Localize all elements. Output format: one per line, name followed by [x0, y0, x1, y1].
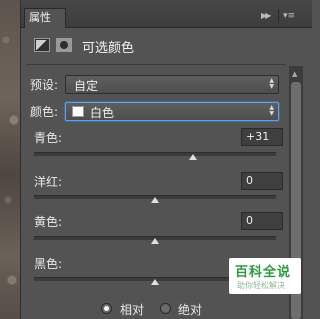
- canvas-image-edge: [0, 0, 20, 319]
- yellow-slider-thumb[interactable]: [151, 238, 159, 244]
- cyan-input[interactable]: +31: [241, 128, 283, 146]
- color-swatch: [72, 106, 84, 117]
- layer-mask-icon[interactable]: [56, 38, 72, 52]
- properties-panel: 属性 ▶▶ ▾≡ 可选颜色 预设: 自定 ▲ ▼ 颜色: 白色 ▲ ▼ 青色: +3…: [20, 0, 312, 319]
- cyan-slider-thumb[interactable]: [188, 154, 197, 160]
- panel-menu-icon[interactable]: ▾≡: [283, 11, 295, 21]
- cyan-track[interactable]: [34, 152, 276, 156]
- absolute-radio[interactable]: [160, 303, 171, 314]
- updown-arrows-icon: ▲ ▼: [269, 77, 274, 90]
- yellow-input[interactable]: 0: [241, 212, 283, 230]
- colors-value: 白色: [90, 106, 115, 120]
- preset-value: 自定: [74, 79, 99, 93]
- selective-color-icon[interactable]: [34, 38, 50, 52]
- scroll-up-icon[interactable]: ▲: [292, 70, 297, 78]
- panel-titlebar: 属性 ▶▶ ▾≡: [21, 0, 312, 28]
- magenta-slider-thumb[interactable]: [151, 197, 159, 203]
- watermark-title: 百科全说: [235, 265, 292, 280]
- updown-arrows-icon: ▲ ▼: [269, 104, 274, 117]
- absolute-label[interactable]: 绝对: [178, 301, 202, 318]
- preset-select[interactable]: 自定 ▲ ▼: [65, 75, 279, 94]
- relative-radio[interactable]: [101, 303, 112, 314]
- watermark-subtitle: 助你轻松解决: [237, 281, 285, 290]
- magenta-input[interactable]: 0: [241, 172, 283, 190]
- yellow-label: 黄色:: [34, 215, 63, 229]
- divider: [26, 64, 286, 65]
- titlebar-divider: [278, 9, 279, 23]
- watermark-logo: 百科全说 助你轻松解决: [229, 258, 301, 294]
- black-label: 黑色:: [34, 257, 63, 271]
- double-chevron-right-icon[interactable]: ▶▶: [261, 11, 271, 20]
- cyan-label: 青色:: [34, 131, 63, 145]
- black-slider-thumb[interactable]: [151, 279, 159, 285]
- colors-select[interactable]: 白色 ▲ ▼: [65, 102, 279, 121]
- preset-label: 预设:: [30, 78, 59, 92]
- magenta-label: 洋红:: [34, 175, 63, 189]
- relative-label[interactable]: 相对: [120, 301, 144, 318]
- adjustment-title: 可选颜色: [82, 41, 135, 56]
- tab-properties[interactable]: 属性: [24, 8, 66, 28]
- colors-label: 颜色:: [30, 105, 59, 119]
